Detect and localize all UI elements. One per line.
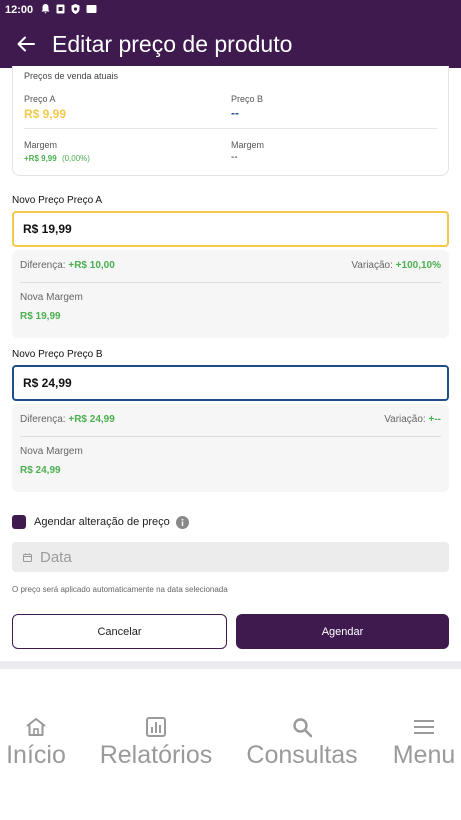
section-separator [0,661,461,669]
new-price-a-label: Novo Preço Preço A [12,195,103,206]
new-price-b-input[interactable]: R$ 24,99 [12,365,449,401]
new-margin-a-value: R$ 19,99 [20,311,61,322]
new-margin-b-label: Nova Margem [20,446,83,457]
new-margin-b-value: R$ 24,99 [20,465,61,476]
new-price-b-label: Novo Preço Preço B [12,349,103,360]
price-b-label: Preço B [231,94,264,104]
price-a-label: Preço A [24,94,56,104]
sim-card-icon [56,4,65,17]
bar-chart-icon [146,713,166,741]
margin-a-percent: (0,00%) [61,154,90,163]
nav-item-menu[interactable]: Menu [392,713,456,770]
schedule-checkbox[interactable] [12,515,26,529]
back-button[interactable] [0,20,52,68]
margin-b-label: Margem [231,140,265,150]
margin-a-row: +R$ 9,99 (0,00%) [24,154,90,163]
difference-a: Diferença: +R$ 10,00 [20,260,115,271]
difference-a-value: +R$ 10,00 [68,260,115,271]
folder-icon [86,4,97,17]
app-bar: Editar preço de produto [0,20,461,68]
notification-icon [41,3,50,17]
search-icon [292,713,313,741]
current-prices-title: Preços de venda atuais [24,71,119,81]
menu-icon [413,713,435,741]
price-a-value: R$ 9,99 [24,107,67,121]
status-bar: 12:00 [0,0,461,20]
cancel-button[interactable]: Cancelar [12,614,227,649]
info-icon[interactable] [175,515,189,529]
price-b-value: -- [231,106,239,120]
shield-icon [71,3,80,17]
nav-label-menu: Menu [392,741,456,769]
variation-a-value: +100,10% [395,260,441,271]
new-price-b-summary: Diferença: +R$ 24,99 Variação: +-- Nova … [12,404,449,492]
current-prices-card: Preços de venda atuais Preço A R$ 9,99 P… [12,66,449,176]
summary-a-divider [20,282,441,283]
variation-b: Variação: +-- [384,414,441,425]
nav-item-inicio[interactable]: Início [6,713,66,770]
summary-b-divider [20,436,441,437]
variation-b-value: +-- [428,414,442,425]
margin-a-value: +R$ 9,99 [24,154,57,163]
schedule-row: Agendar alteração de preço [12,514,189,530]
nav-label-inicio: Início [6,741,66,769]
page-title: Editar preço de produto [52,30,293,57]
helper-text: O preço será aplicado automaticamente na… [12,585,228,594]
calendar-icon [23,552,32,562]
home-icon [25,713,47,741]
difference-b-label: Diferença: [20,414,66,425]
date-field[interactable]: Data [12,542,449,572]
date-placeholder: Data [40,548,72,566]
schedule-checkbox-label[interactable]: Agendar alteração de preço [34,516,170,528]
new-price-a-summary: Diferença: +R$ 10,00 Variação: +100,10% … [12,250,449,338]
variation-b-label: Variação: [384,414,426,425]
nav-item-relatorios[interactable]: Relatórios [99,713,213,770]
variation-a-label: Variação: [351,260,393,271]
difference-b-value: +R$ 24,99 [68,414,115,425]
new-price-a-input[interactable]: R$ 19,99 [12,211,449,247]
nav-label-consultas: Consultas [246,741,358,769]
nav-item-consultas[interactable]: Consultas [246,713,358,770]
schedule-button[interactable]: Agendar [236,614,449,649]
new-margin-a-label: Nova Margem [20,292,83,303]
margin-b-value: -- [231,152,238,163]
status-time: 12:00 [5,4,34,16]
nav-label-relatorios: Relatórios [99,741,213,769]
margin-a-label: Margem [24,140,58,150]
bottom-nav: Início Relatórios Consultas Menu [0,713,461,783]
difference-b: Diferença: +R$ 24,99 [20,414,115,425]
variation-a: Variação: +100,10% [351,260,441,271]
difference-a-label: Diferença: [20,260,66,271]
card-divider [24,128,437,129]
arrow-back-icon [17,36,35,52]
